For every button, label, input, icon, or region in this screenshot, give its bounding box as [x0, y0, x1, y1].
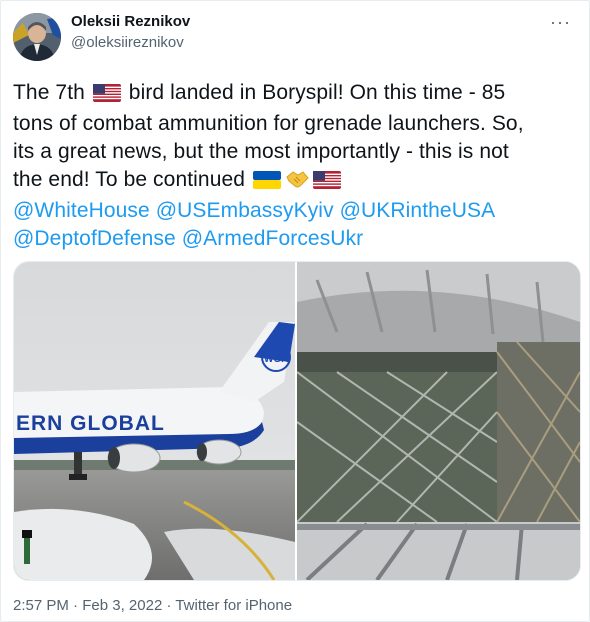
tweet-source[interactable]: Twitter for iPhone	[175, 597, 292, 614]
tail-logo-text: WGA	[264, 354, 288, 365]
livery-text: ERN GLOBAL	[16, 412, 165, 435]
avatar[interactable]	[13, 13, 61, 61]
tweet-date[interactable]: Feb 3, 2022	[82, 597, 162, 614]
tweet-text-segment: the end! To be continued	[13, 168, 246, 191]
mention-link[interactable]: @ArmedForcesUkr	[182, 227, 364, 250]
tweet-metadata: 2:57 PM · Feb 3, 2022 · Twitter for iPho…	[13, 597, 292, 614]
mention-link[interactable]: @WhiteHouse	[13, 199, 150, 222]
tweet-card: Oleksii Reznikov @oleksiireznikov ··· Th…	[0, 0, 590, 622]
more-options-icon[interactable]: ···	[550, 13, 571, 31]
us-flag-emoji	[312, 169, 341, 197]
cargo-hold-photo[interactable]	[296, 262, 580, 580]
author-handle[interactable]: @oleksiireznikov	[71, 34, 184, 51]
tweet-text-line: tons of combat ammunition for grenade la…	[13, 112, 524, 135]
author-name[interactable]: Oleksii Reznikov	[71, 13, 190, 30]
separator: ·	[162, 597, 176, 614]
tweet-text-segment: The 7th	[13, 81, 85, 104]
tweet-time[interactable]: 2:57 PM	[13, 597, 69, 614]
mention-link[interactable]: @UKRintheUSA	[340, 199, 496, 222]
us-flag-emoji	[92, 82, 121, 110]
tweet-text: The 7th bird landed in Boryspil! On this…	[13, 79, 579, 253]
airplane-photo[interactable]: WGA ERN GLOBAL	[14, 262, 295, 580]
separator: ·	[68, 597, 83, 614]
tweet-text-line: its a great news, but the most important…	[13, 140, 509, 163]
mention-link[interactable]: @USEmbassyKyiv	[156, 199, 334, 222]
tweet-media: WGA ERN GLOBAL	[13, 261, 581, 581]
ukraine-flag-emoji	[252, 169, 281, 197]
tweet-text-segment: bird landed in Boryspil! On this time - …	[128, 81, 506, 104]
handshake-emoji	[285, 169, 309, 197]
mention-link[interactable]: @DeptofDefense	[13, 227, 176, 250]
